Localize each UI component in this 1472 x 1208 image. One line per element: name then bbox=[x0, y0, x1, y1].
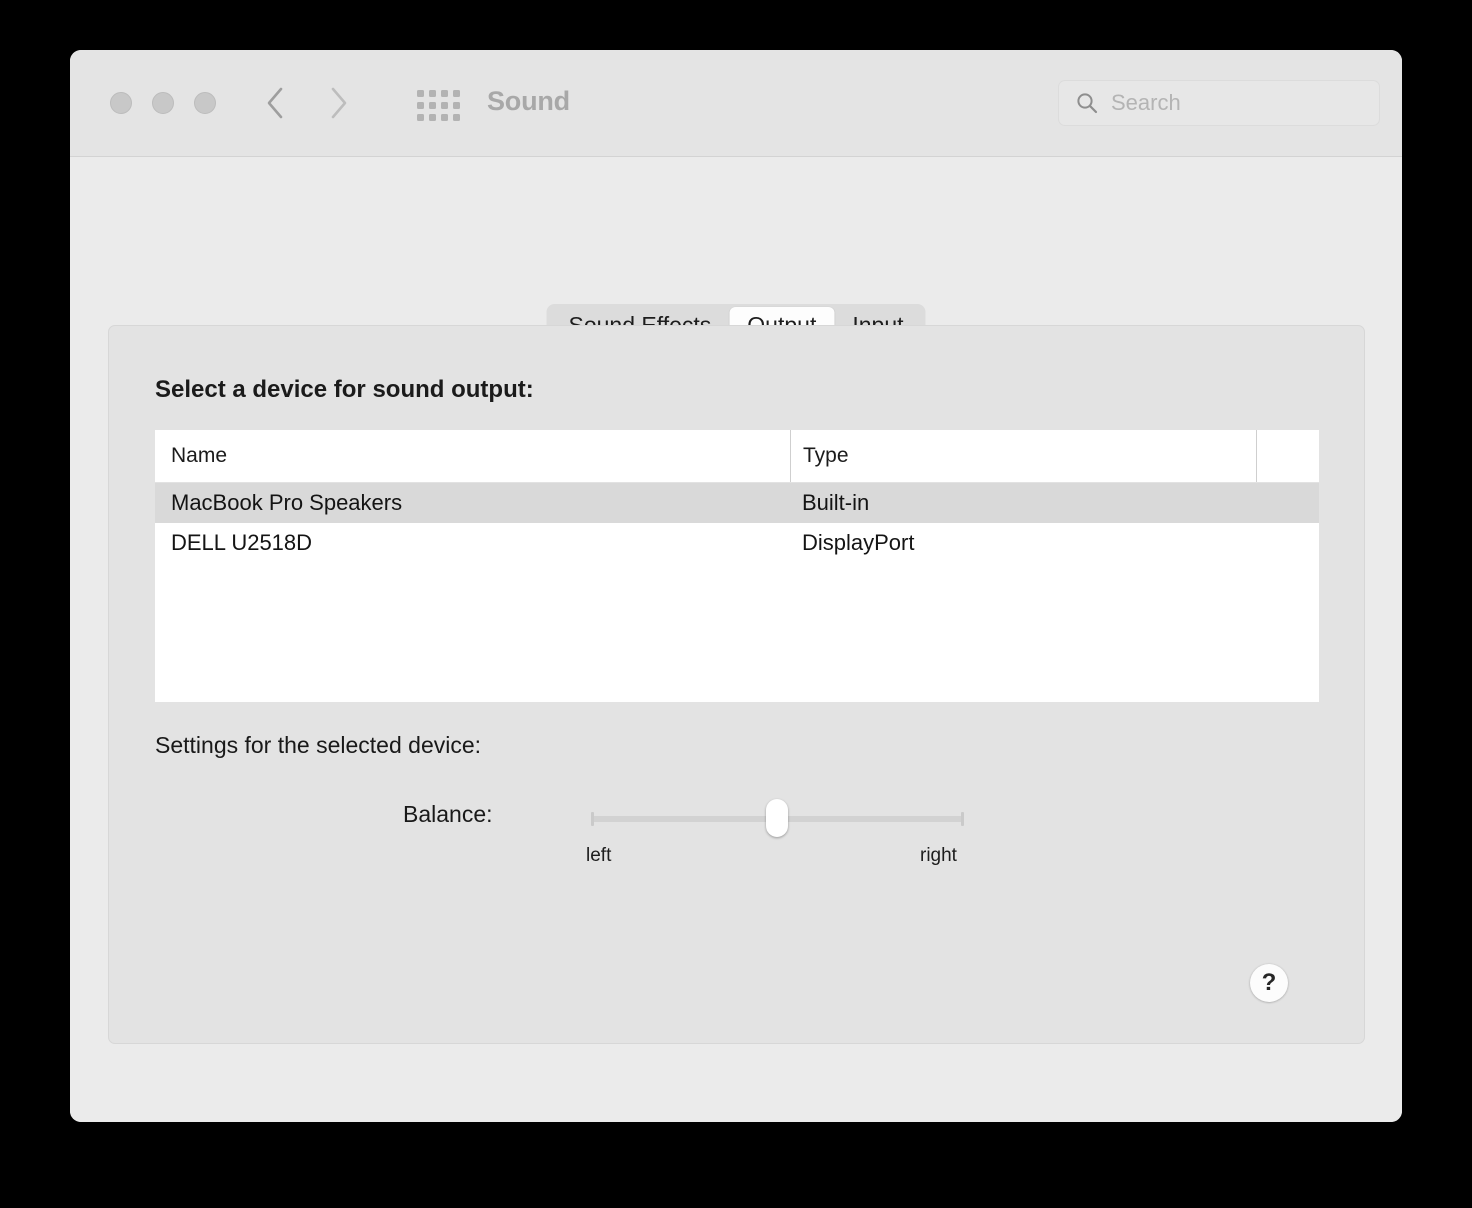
help-button[interactable]: ? bbox=[1250, 964, 1288, 1002]
output-settings-panel: Select a device for sound output: Name T… bbox=[108, 325, 1365, 1044]
navigation-buttons bbox=[264, 86, 350, 120]
search-field[interactable]: Search bbox=[1058, 80, 1380, 126]
column-header-name[interactable]: Name bbox=[155, 430, 790, 482]
window-titlebar: Sound Search bbox=[70, 50, 1402, 157]
device-type: DisplayPort bbox=[802, 530, 915, 555]
search-placeholder: Search bbox=[1111, 90, 1181, 115]
balance-slider-thumb[interactable] bbox=[766, 799, 788, 837]
device-name: DELL U2518D bbox=[171, 530, 313, 555]
table-row[interactable]: DELL U2518D DisplayPort bbox=[155, 523, 1319, 563]
chevron-right-icon[interactable] bbox=[328, 86, 350, 120]
balance-slider[interactable] bbox=[591, 799, 964, 837]
balance-tick-right bbox=[961, 812, 964, 826]
column-header-spacer bbox=[1256, 430, 1319, 482]
output-volume-row: Output volume: bbox=[70, 1082, 1402, 1122]
traffic-light-buttons bbox=[110, 92, 216, 114]
balance-right-label: right bbox=[920, 845, 957, 866]
device-type: Built-in bbox=[802, 490, 870, 515]
zoom-button[interactable] bbox=[194, 92, 216, 114]
window-title: Sound bbox=[487, 86, 570, 116]
chevron-left-icon[interactable] bbox=[264, 86, 286, 120]
sound-preferences-window: Sound Search Sound Effects Output Input … bbox=[70, 50, 1402, 1122]
table-header-row: Name Type bbox=[155, 430, 1319, 483]
table-row[interactable]: MacBook Pro Speakers Built-in bbox=[155, 483, 1319, 523]
window-body: Sound Effects Output Input Select a devi… bbox=[70, 157, 1402, 1122]
balance-label: Balance: bbox=[403, 801, 493, 827]
search-icon bbox=[1075, 91, 1099, 115]
settings-for-device-label: Settings for the selected device: bbox=[155, 732, 482, 758]
close-button[interactable] bbox=[110, 92, 132, 114]
section-title: Select a device for sound output: bbox=[155, 376, 534, 403]
balance-tick-left bbox=[591, 812, 594, 826]
column-header-type[interactable]: Type bbox=[790, 430, 1256, 482]
device-name: MacBook Pro Speakers bbox=[171, 490, 403, 515]
show-all-grid-icon[interactable] bbox=[417, 90, 460, 121]
balance-left-label: left bbox=[586, 845, 612, 866]
output-device-table[interactable]: Name Type MacBook Pro Speakers Built-in … bbox=[155, 430, 1319, 702]
minimize-button[interactable] bbox=[152, 92, 174, 114]
